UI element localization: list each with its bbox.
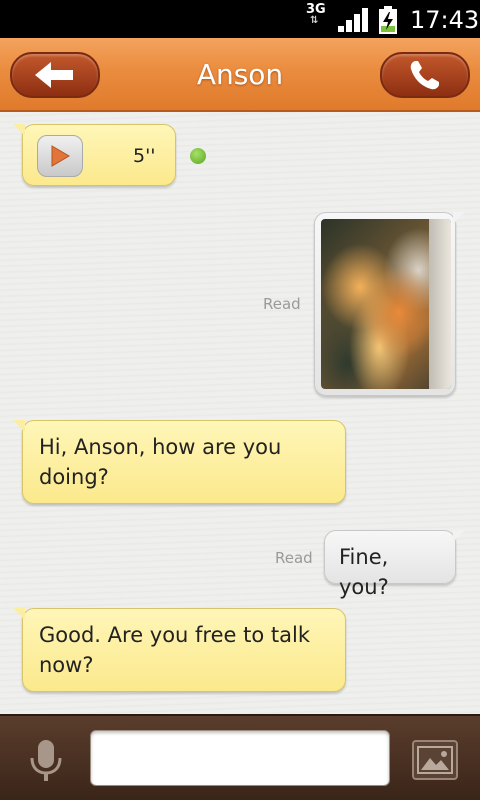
call-button[interactable] xyxy=(380,52,470,98)
signal-icon xyxy=(338,8,368,32)
image-message-bubble[interactable] xyxy=(314,212,465,396)
data-arrows-icon: ⇅ xyxy=(310,15,319,26)
battery-charging-icon xyxy=(379,6,397,34)
read-receipt: Read xyxy=(275,549,313,567)
play-icon xyxy=(51,145,70,167)
phone-icon xyxy=(410,61,439,90)
message-bubble-incoming[interactable]: Good. Are you free to talk now? xyxy=(13,608,346,692)
status-clock: 17:43 xyxy=(410,6,480,34)
arrow-left-icon xyxy=(35,62,73,88)
image-icon xyxy=(417,746,453,774)
microphone-icon xyxy=(30,740,62,781)
message-list[interactable]: 5'' Read Hi, Anson, how are you doing? R… xyxy=(0,112,480,714)
message-input[interactable] xyxy=(90,730,390,786)
play-button[interactable] xyxy=(37,135,83,177)
attach-picture-button[interactable] xyxy=(412,740,458,780)
message-bubble-incoming[interactable]: Hi, Anson, how are you doing? xyxy=(13,420,346,504)
koi-fish-photo[interactable] xyxy=(321,219,451,389)
unread-indicator xyxy=(190,148,206,164)
message-text: Good. Are you free to talk now? xyxy=(39,623,310,677)
message-text: Hi, Anson, how are you doing? xyxy=(39,435,282,489)
network-indicator: 3G ⇅ xyxy=(306,3,326,26)
conversation-header: Anson xyxy=(0,38,480,112)
voice-record-button[interactable] xyxy=(24,736,68,786)
status-bar: 3G ⇅ 17:43 xyxy=(0,0,480,38)
message-text: Fine, you? xyxy=(339,545,389,599)
back-button[interactable] xyxy=(10,52,100,98)
read-receipt: Read xyxy=(263,295,301,313)
voice-message-bubble[interactable]: 5'' xyxy=(13,124,176,186)
voice-duration: 5'' xyxy=(133,145,156,167)
contact-name: Anson xyxy=(196,58,284,91)
compose-bar xyxy=(0,714,480,800)
message-bubble-outgoing[interactable]: Fine, you? xyxy=(324,530,465,599)
